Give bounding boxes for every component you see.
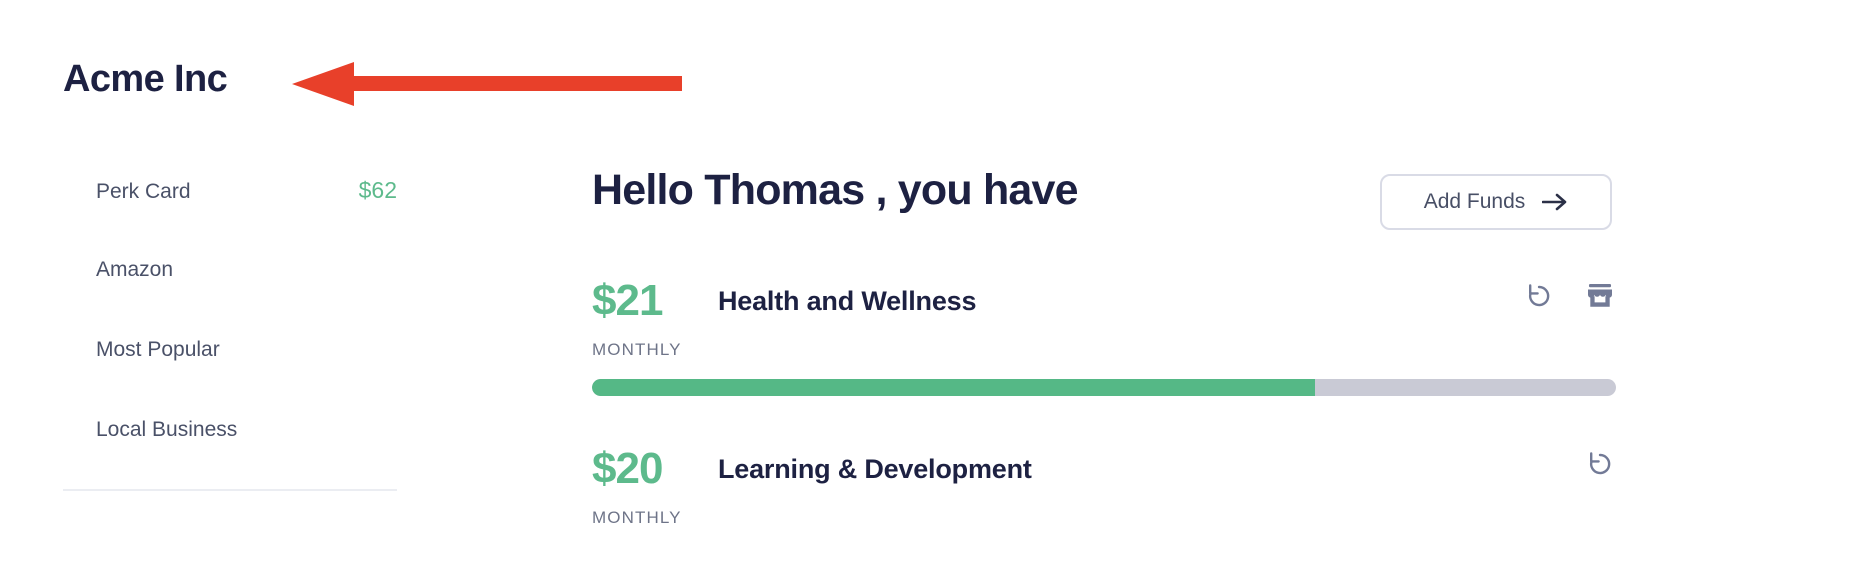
arrow-right-icon bbox=[1542, 193, 1567, 211]
storefront-icon[interactable] bbox=[1584, 280, 1616, 312]
benefit-heading-row: $21 Health and Wellness bbox=[592, 272, 1876, 330]
benefit-name: Health and Wellness bbox=[718, 285, 977, 316]
sidebar-item-local-business[interactable]: Local Business bbox=[0, 390, 460, 470]
rotate-ccw-icon[interactable] bbox=[1584, 448, 1616, 480]
page-title: Acme Inc bbox=[63, 58, 228, 100]
benefit-actions bbox=[1523, 280, 1616, 312]
sidebar-item-label: Local Business bbox=[96, 418, 238, 441]
sidebar-item-perk-card[interactable]: Perk Card $62 bbox=[0, 150, 460, 230]
sidebar-item-amazon[interactable]: Amazon bbox=[0, 230, 460, 310]
add-funds-button[interactable]: Add Funds bbox=[1380, 174, 1612, 230]
benefit-progress-bar[interactable] bbox=[592, 379, 1616, 396]
header: Acme Inc bbox=[0, 0, 1876, 140]
benefit-period: MONTHLY bbox=[592, 340, 682, 359]
benefit-actions bbox=[1584, 448, 1616, 480]
rotate-ccw-icon[interactable] bbox=[1523, 280, 1555, 312]
sidebar-item-most-popular[interactable]: Most Popular bbox=[0, 310, 460, 390]
benefit-row: $20 Learning & Development MONTHLY bbox=[592, 440, 1876, 528]
benefit-period: MONTHLY bbox=[592, 508, 682, 527]
benefit-name: Learning & Development bbox=[718, 453, 1032, 484]
sidebar-list: Perk Card $62 Amazon Most Popular Local … bbox=[0, 150, 460, 470]
benefit-heading-row: $20 Learning & Development bbox=[592, 440, 1876, 498]
sidebar-item-label: Perk Card bbox=[96, 180, 191, 203]
annotation-arrow-left-icon bbox=[292, 62, 682, 106]
benefit-row: $21 Health and Wellness MONTHLY bbox=[592, 272, 1876, 396]
benefit-progress-fill bbox=[592, 379, 1315, 396]
sidebar-item-balance: $62 bbox=[358, 177, 397, 203]
sidebar-item-label: Amazon bbox=[96, 258, 174, 281]
sidebar: Perk Card $62 Amazon Most Popular Local … bbox=[0, 150, 460, 491]
benefit-amount: $20 bbox=[592, 444, 663, 493]
main-header: Hello Thomas , you have Add Funds bbox=[592, 150, 1876, 254]
add-funds-label: Add Funds bbox=[1423, 190, 1526, 213]
main-content: Hello Thomas , you have Add Funds $21 He… bbox=[592, 150, 1876, 528]
greeting-heading: Hello Thomas , you have bbox=[592, 166, 1079, 214]
sidebar-item-label: Most Popular bbox=[96, 338, 220, 361]
sidebar-divider bbox=[63, 489, 397, 491]
benefit-amount: $21 bbox=[592, 276, 663, 325]
